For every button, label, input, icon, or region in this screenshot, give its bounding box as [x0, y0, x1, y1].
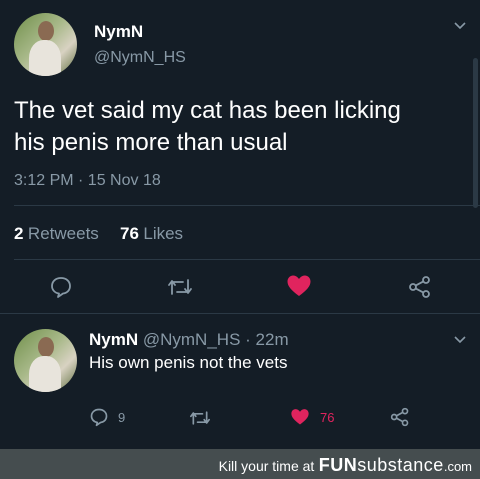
reply-header: NymN @NymN_HS · 22m: [89, 330, 289, 350]
watermark-footer: Kill your time at FUNsubstance.com: [0, 449, 480, 479]
retweets-label: Retweets: [27, 224, 99, 243]
likes-label: Likes: [143, 224, 184, 243]
heart-icon[interactable]: [290, 408, 310, 426]
watermark-brand-suffix: substance: [357, 455, 444, 475]
retweets-stat[interactable]: 2 Retweets: [14, 224, 99, 244]
divider: [0, 313, 480, 314]
likes-stat[interactable]: 76 Likes: [120, 224, 183, 244]
reply-action[interactable]: 9: [89, 407, 125, 427]
author-handle[interactable]: @NymN_HS: [94, 49, 186, 67]
chevron-down-icon[interactable]: [454, 336, 466, 344]
reply-icon[interactable]: [49, 275, 73, 299]
reply-text: His own penis not the vets: [89, 353, 288, 372]
reply-avatar[interactable]: [14, 329, 77, 392]
tweet-timestamp[interactable]: 3:12 PM · 15 Nov 18: [14, 172, 161, 190]
divider: [14, 259, 480, 260]
tweet-text-line-2: his penis more than usual: [14, 129, 288, 156]
reply-separator: ·: [245, 330, 251, 349]
watermark-text: Kill your time at: [218, 458, 315, 474]
share-icon[interactable]: [408, 275, 432, 299]
reply-icon[interactable]: [89, 407, 109, 427]
reply-author-name[interactable]: NymN: [89, 330, 138, 349]
watermark-brand-prefix: FUN: [318, 455, 358, 475]
retweet-icon[interactable]: [188, 408, 212, 428]
reply-like-action[interactable]: 76: [290, 408, 334, 426]
heart-icon[interactable]: [286, 274, 312, 298]
watermark: Kill your time at FUNsubstance.com: [219, 455, 472, 476]
likes-count: 76: [120, 224, 139, 243]
retweets-count: 2: [14, 224, 24, 243]
chevron-down-icon[interactable]: [454, 22, 466, 30]
tweet-text-line-1: The vet said my cat has been licking: [14, 97, 401, 124]
share-icon[interactable]: [390, 407, 410, 427]
divider: [14, 205, 480, 206]
reply-count: 9: [118, 409, 126, 425]
reply-time-ago[interactable]: 22m: [256, 330, 289, 349]
author-name[interactable]: NymN: [94, 22, 143, 42]
reply-author-handle[interactable]: @NymN_HS: [143, 330, 241, 349]
scrollbar[interactable]: [473, 58, 478, 208]
avatar[interactable]: [14, 13, 77, 76]
reply-like-count: 76: [320, 409, 335, 425]
watermark-tld: .com: [443, 459, 472, 474]
retweet-icon[interactable]: [166, 275, 194, 299]
